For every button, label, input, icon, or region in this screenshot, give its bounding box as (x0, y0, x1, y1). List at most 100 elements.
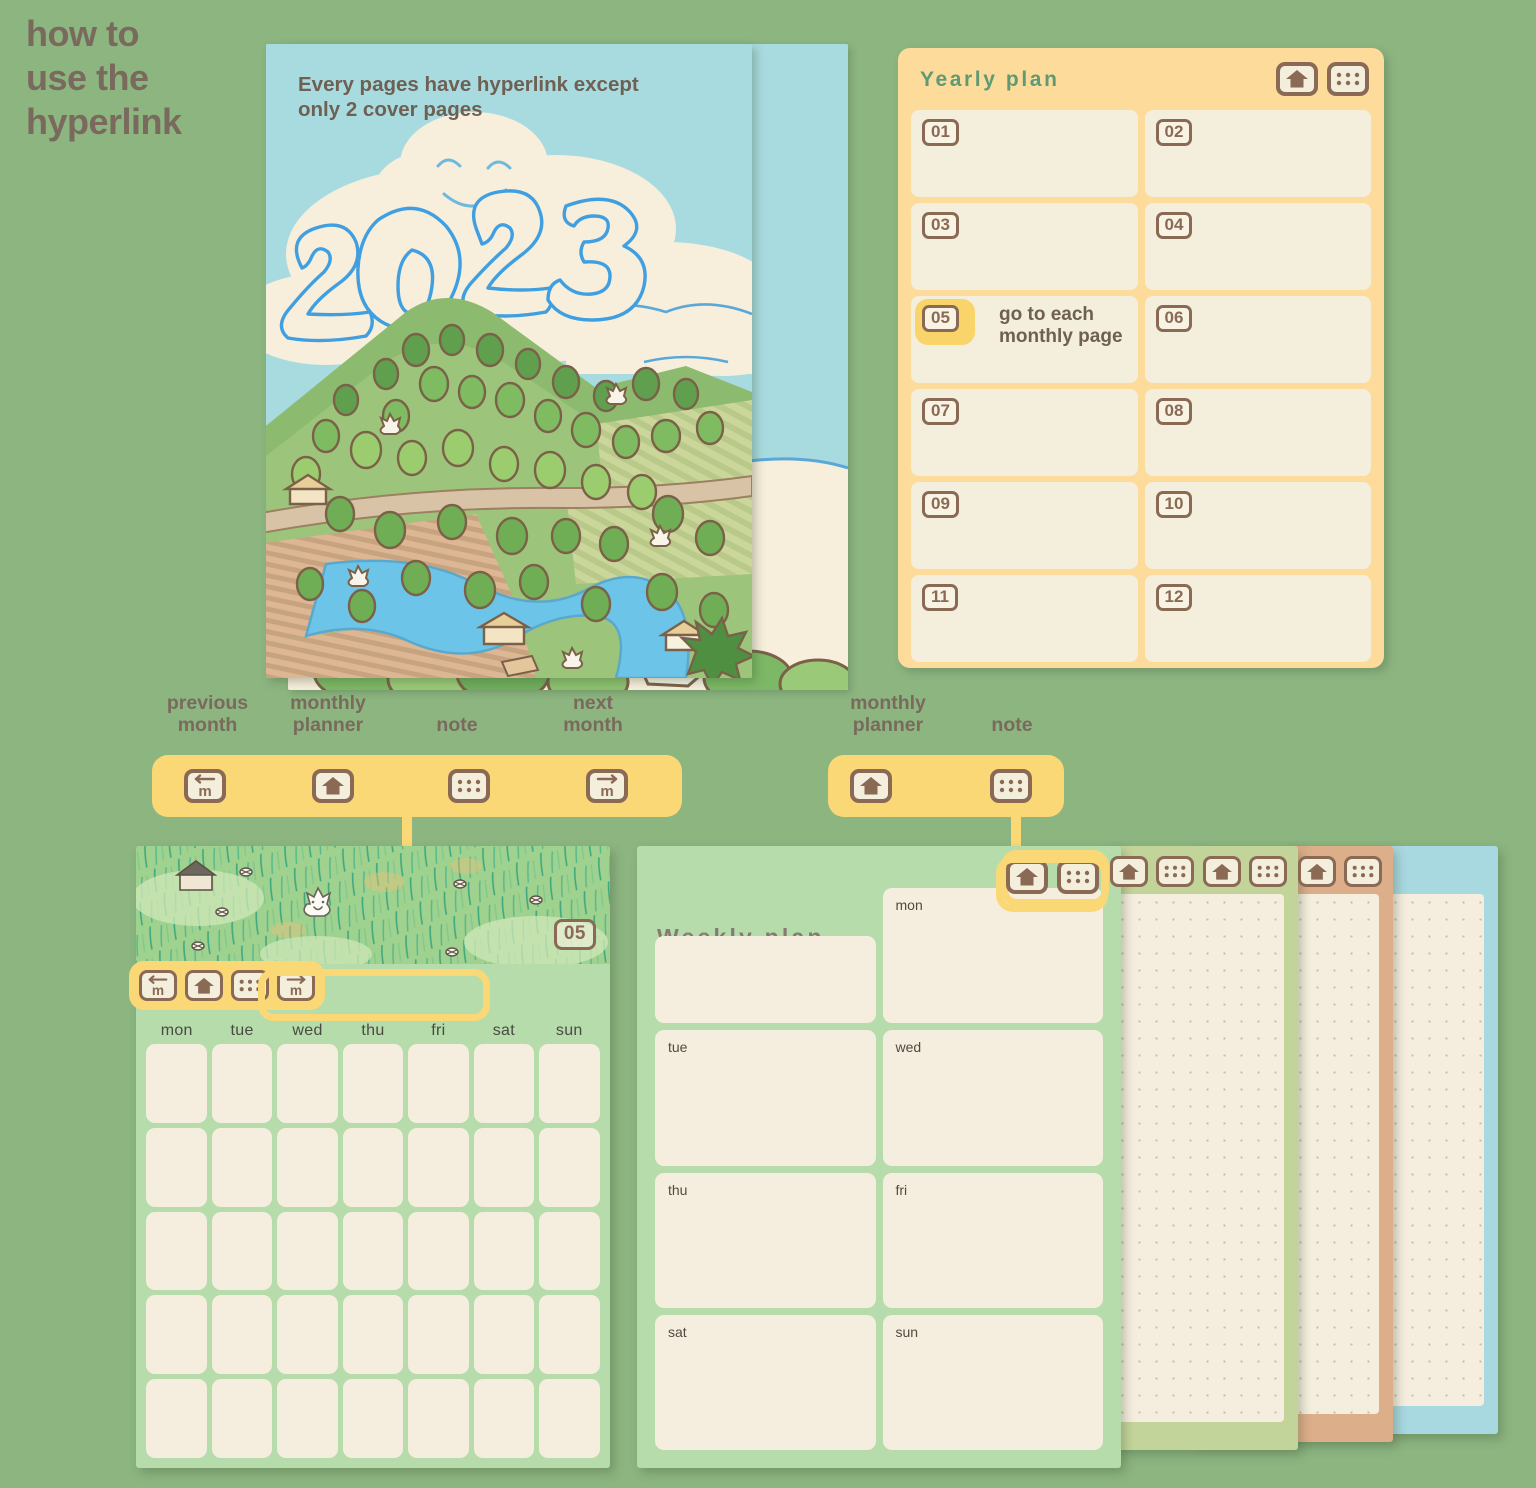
calendar-cell[interactable] (408, 1211, 469, 1291)
month-badge: 02 (1155, 119, 1193, 147)
home-icon[interactable] (185, 970, 223, 1001)
calendar-cell[interactable] (342, 1295, 404, 1375)
legend-left-labels: previous month monthly planner note next… (150, 692, 680, 736)
month-cell-01[interactable]: 01 (911, 110, 1138, 197)
calendar-cell[interactable] (211, 1379, 273, 1458)
weekly-cell-sat[interactable]: sat (655, 1314, 876, 1450)
calendar-cell[interactable] (277, 1379, 338, 1458)
month-cell-09[interactable]: 09 (911, 482, 1138, 569)
yearly-month-grid: 01 02 03 04 05 go to each monthly page 0… (911, 110, 1371, 662)
prev-month-icon[interactable]: m (184, 769, 226, 803)
weekly-cell-fri[interactable]: fri (882, 1172, 1103, 1308)
calendar-cell[interactable] (277, 1127, 338, 1207)
poster-canvas: how to use the hyperlink Every pages hav… (0, 0, 1536, 1488)
calendar-cell[interactable] (277, 1295, 338, 1375)
legend-label-previous-month: previous month (166, 692, 249, 737)
page-title: how to use the hyperlink (26, 13, 182, 142)
month-cell-11[interactable]: 11 (911, 575, 1138, 662)
calendar-cell[interactable] (211, 1211, 273, 1291)
weekly-plan-page: Weekly plan mon tue wed thu fri sat sun (637, 846, 1121, 1468)
note-page-icon-group (1298, 856, 1382, 887)
calendar-cell[interactable] (211, 1295, 273, 1375)
dots-icon[interactable] (1249, 856, 1287, 887)
yearly-plan-icon-group (1276, 62, 1369, 96)
calendar-cell[interactable] (473, 1127, 535, 1207)
home-icon[interactable] (1203, 856, 1241, 887)
dots-icon[interactable] (448, 769, 490, 803)
calendar-cell[interactable] (211, 1044, 273, 1123)
month-cell-10[interactable]: 10 (1144, 482, 1371, 569)
month-badge: 08 (1155, 398, 1193, 426)
calendar-cell[interactable] (211, 1127, 273, 1207)
calendar-cell[interactable] (473, 1379, 535, 1458)
calendar-cell[interactable] (277, 1211, 338, 1291)
month-cell-04[interactable]: 04 (1144, 203, 1371, 290)
calendar-cell[interactable] (146, 1379, 207, 1458)
calendar-cell[interactable] (539, 1127, 600, 1207)
dots-icon[interactable] (990, 769, 1032, 803)
weekly-day-grid: mon tue wed thu fri sat sun (655, 888, 1103, 1450)
weekday-fri: fri (431, 1022, 446, 1039)
calendar-cell[interactable] (342, 1379, 404, 1458)
legend-label-monthly-planner: monthly planner (290, 692, 366, 737)
note-dotted-paper[interactable] (1114, 894, 1284, 1422)
weekday-thu: thu (361, 1022, 385, 1039)
calendar-grid (146, 1044, 600, 1458)
weekly-cell-thu[interactable]: thu (655, 1172, 876, 1308)
month-badge: 09 (922, 491, 959, 519)
calendar-cell[interactable] (473, 1044, 535, 1123)
calendar-cell[interactable] (146, 1295, 207, 1375)
calendar-cell[interactable] (473, 1211, 535, 1291)
month-cell-08[interactable]: 08 (1144, 389, 1371, 476)
svg-text:m: m (198, 783, 211, 798)
calendar-cell[interactable] (539, 1379, 600, 1458)
calendar-cell[interactable] (146, 1127, 207, 1207)
month-cell-06[interactable]: 06 (1144, 296, 1371, 383)
calendar-cell[interactable] (342, 1211, 404, 1291)
month-badge: 11 (922, 584, 958, 612)
calendar-cell[interactable] (277, 1044, 338, 1123)
legend-label-note-2: note (991, 714, 1033, 736)
weekly-cell-notes[interactable] (655, 936, 876, 1024)
weekday-sun: sun (555, 1022, 583, 1039)
weekday-wed: wed (292, 1022, 323, 1039)
calendar-cell[interactable] (539, 1295, 600, 1375)
calendar-cell[interactable] (342, 1044, 404, 1123)
calendar-cell[interactable] (539, 1044, 600, 1123)
home-icon[interactable] (1276, 62, 1318, 96)
home-icon[interactable] (1110, 856, 1148, 887)
calendar-cell[interactable] (342, 1127, 404, 1207)
home-icon[interactable] (1298, 856, 1336, 887)
weekly-cell-wed[interactable]: wed (882, 1030, 1103, 1166)
month-cell-07[interactable]: 07 (911, 389, 1138, 476)
weekday-mon: mon (160, 1022, 193, 1039)
next-month-icon[interactable]: m (586, 769, 628, 803)
legend-label-note: note (436, 714, 478, 736)
dots-icon[interactable] (1344, 856, 1382, 887)
home-icon[interactable] (850, 769, 892, 803)
month-cell-03[interactable]: 03 (911, 203, 1138, 290)
calendar-cell[interactable] (539, 1211, 600, 1291)
legend-label-monthly-planner-2: monthly planner (850, 692, 926, 737)
calendar-cell[interactable] (408, 1044, 469, 1123)
dots-icon[interactable] (1156, 856, 1194, 887)
legend-right-labels: monthly planner note (824, 692, 1074, 736)
yearly-plan-panel: Yearly plan 01 02 03 04 05 go to each mo… (898, 48, 1384, 668)
calendar-cell[interactable] (146, 1211, 207, 1291)
calendar-cell[interactable] (408, 1127, 469, 1207)
note-page-icon-group (1110, 856, 1194, 887)
month-cell-02[interactable]: 02 (1144, 110, 1371, 197)
calendar-cell[interactable] (408, 1379, 469, 1458)
prev-month-icon[interactable]: m (139, 970, 177, 1001)
home-icon[interactable] (312, 769, 354, 803)
weekly-cell-tue[interactable]: tue (655, 1030, 876, 1166)
weekly-cell-sun[interactable]: sun (882, 1314, 1103, 1450)
month-cell-12[interactable]: 12 (1144, 575, 1371, 662)
month-cell-05[interactable]: 05 go to each monthly page (911, 296, 1138, 383)
calendar-cell[interactable] (408, 1295, 469, 1375)
cover-page-front: Every pages have hyperlink except only 2… (266, 44, 752, 678)
dots-icon[interactable] (1327, 62, 1369, 96)
calendar-cell[interactable] (473, 1295, 535, 1375)
month-number-badge: 05 (553, 919, 596, 950)
calendar-cell[interactable] (146, 1044, 207, 1123)
